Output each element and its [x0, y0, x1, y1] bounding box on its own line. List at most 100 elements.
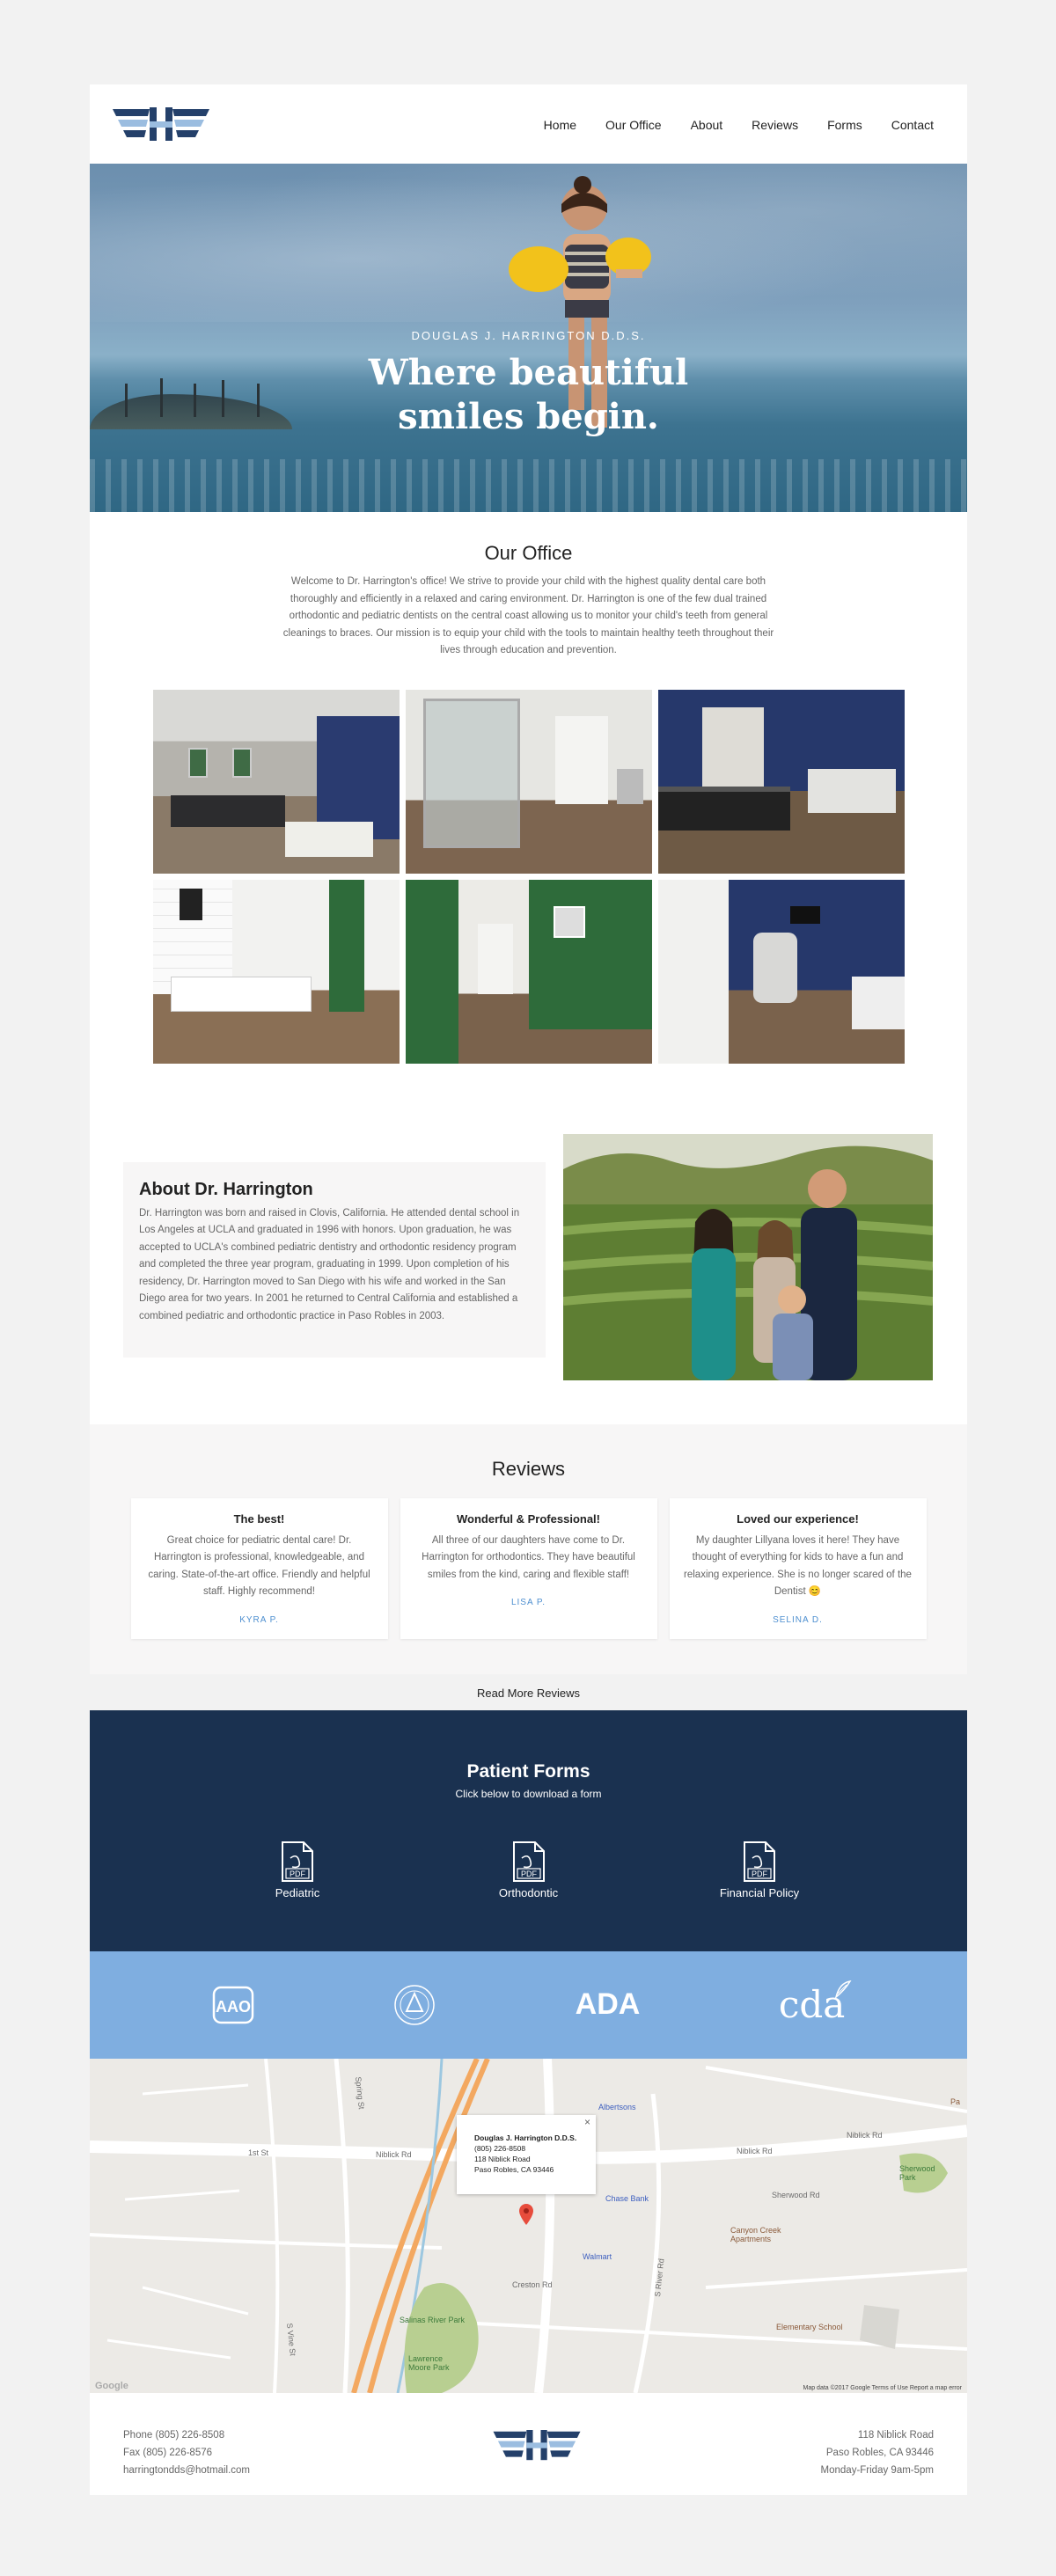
pdf-icon: PDF [282, 1841, 313, 1882]
about-family-photo [563, 1133, 933, 1380]
main-nav: Home Our Office About Reviews Forms Cont… [515, 118, 934, 132]
map-poi-pa[interactable]: Pa [950, 2097, 960, 2106]
close-icon[interactable]: × [584, 2117, 590, 2127]
map-road-label: Sherwood Rd [772, 2190, 820, 2199]
map-road-label: 1st St [248, 2148, 269, 2157]
ada-logo[interactable]: ADA [576, 1987, 641, 2022]
review-author: LISA P. [510, 1598, 546, 1607]
office-photo-reception[interactable] [657, 689, 905, 874]
office-photo-waiting-room[interactable] [152, 689, 400, 874]
forms-list: PDF Pediatric PDF Orthodontic PDF Financ… [249, 1841, 808, 1899]
aao-logo-text: AAO [216, 1998, 251, 2016]
map-info-name: Douglas J. Harrington D.D.S. [474, 2133, 577, 2142]
footer-phone[interactable]: Phone (805) 226-8508 [123, 2426, 250, 2444]
review-card: Wonderful & Professional! All three of o… [400, 1497, 657, 1639]
map-road-label: Niblick Rd [847, 2130, 883, 2140]
forms-title: Patient Forms [466, 1760, 590, 1782]
review-author: KYRA P. [239, 1614, 279, 1625]
pdf-icon: PDF [744, 1841, 775, 1882]
aapd-seal-logo[interactable] [392, 1983, 436, 2027]
nav-forms[interactable]: Forms [827, 118, 862, 132]
form-label: Pediatric [275, 1885, 320, 1899]
office-photo-green-hall[interactable] [405, 879, 652, 1064]
review-text: My daughter Lillyana loves it here! They… [684, 1534, 912, 1598]
map-road-label: Creston Rd [512, 2280, 553, 2289]
office-photo-sink[interactable] [152, 879, 400, 1064]
map-attribution[interactable]: Map data ©2017 Google Terms of Use Repor… [803, 2385, 962, 2391]
form-label: Orthodontic [498, 1885, 559, 1899]
form-download-financial-policy[interactable]: PDF Financial Policy [711, 1841, 808, 1899]
footer-street: 118 Niblick Road [857, 2429, 934, 2441]
affiliations-bar: AAO ADA cda [90, 1950, 967, 2059]
footer-address: 118 Niblick Road Paso Robles, CA 93446 M… [821, 2426, 934, 2479]
review-cards: The best! Great choice for pediatric den… [90, 1497, 967, 1639]
footer-fax: Fax (805) 226-8576 [123, 2447, 213, 2458]
hero-text: DOUGLAS J. HARRINGTON D.D.S. Where beaut… [90, 329, 967, 439]
footer-hours: Monday-Friday 9am-5pm [820, 2464, 934, 2476]
location-map[interactable]: 1st St Niblick Rd Niblick Rd Niblick Rd … [90, 2058, 967, 2393]
review-title: Wonderful & Professional! [457, 1511, 600, 1526]
map-info-phone: (805) 226-8508 [474, 2143, 526, 2153]
nav-home[interactable]: Home [544, 118, 576, 132]
hero-title-line2: smiles begin. [398, 396, 659, 437]
hero-subtitle: DOUGLAS J. HARRINGTON D.D.S. [411, 329, 646, 342]
review-card: Loved our experience! My daughter Lillya… [669, 1497, 927, 1639]
pdf-icon: PDF [512, 1841, 545, 1882]
hero-title-line1: Where beautiful [368, 352, 689, 393]
about-card: About Dr. Harrington Dr. Harrington was … [123, 1161, 546, 1358]
office-photo-exam-room[interactable] [657, 879, 905, 1064]
map-poi-lawrence-moore-park[interactable]: Lawrence Moore Park [408, 2354, 461, 2372]
about-section: About Dr. Harrington Dr. Harrington was … [90, 1133, 967, 1424]
read-more-reviews-link[interactable]: Read More Reviews [90, 1673, 967, 1710]
review-title: The best! [233, 1511, 285, 1526]
google-logo: Google [95, 2380, 128, 2391]
review-text: All three of our daughters have come to … [422, 1534, 635, 1580]
nav-about[interactable]: About [691, 118, 723, 132]
aao-logo[interactable]: AAO [212, 1986, 254, 2024]
office-photo-hallway[interactable] [405, 689, 652, 874]
reviews-section: Reviews The best! Great choice for pedia… [90, 1423, 967, 1674]
footer-email[interactable]: harringtondds@hotmail.com [123, 2462, 250, 2479]
patient-forms-section: Patient Forms Click below to download a … [90, 1709, 967, 1951]
nav-contact[interactable]: Contact [891, 118, 934, 132]
review-card: The best! Great choice for pediatric den… [130, 1497, 388, 1639]
map-info-city: Paso Robles, CA 93446 [474, 2164, 554, 2174]
map-poi-walmart[interactable]: Walmart [583, 2252, 612, 2261]
map-poi-albertsons[interactable]: Albertsons [598, 2103, 636, 2111]
map-info-window: × Douglas J. Harrington D.D.S. (805) 226… [457, 2114, 596, 2194]
site-footer: Phone (805) 226-8508 Fax (805) 226-8576 … [90, 2392, 967, 2495]
review-title: Loved our experience! [737, 1511, 859, 1526]
nav-our-office[interactable]: Our Office [605, 118, 662, 132]
form-download-pediatric[interactable]: PDF Pediatric [249, 1841, 346, 1899]
site-header: Home Our Office About Reviews Forms Cont… [90, 84, 967, 164]
form-label: Financial Policy [719, 1885, 800, 1899]
pdf-label: PDF [290, 1870, 306, 1878]
review-text: Great choice for pediatric dental care! … [148, 1534, 370, 1598]
about-text: Dr. Harrington was born and raised in Cl… [139, 1207, 520, 1321]
map-roads [90, 2058, 967, 2393]
map-road-label: Niblick Rd [737, 2146, 773, 2155]
forms-subtitle: Click below to download a form [455, 1787, 602, 1800]
map-poi-canyon-creek[interactable]: Canyon Creek Apartments [730, 2226, 810, 2243]
map-pin-icon[interactable] [518, 2203, 534, 2226]
logo[interactable] [113, 107, 209, 143]
map-road-label: Niblick Rd [376, 2149, 412, 2159]
cda-logo[interactable]: cda [779, 1980, 852, 2026]
hero-banner: DOUGLAS J. HARRINGTON D.D.S. Where beaut… [90, 164, 967, 512]
leaf-icon [834, 1980, 852, 1999]
office-text: Welcome to Dr. Harrington's office! We s… [282, 576, 774, 655]
map-poi-salinas-river-park[interactable]: Salinas River Park [400, 2316, 465, 2324]
review-author: SELINA D. [773, 1614, 823, 1625]
footer-logo[interactable] [491, 2429, 583, 2462]
pdf-label: PDF [752, 1870, 768, 1878]
nav-reviews[interactable]: Reviews [752, 118, 798, 132]
footer-city: Paso Robles, CA 93446 [825, 2447, 934, 2458]
map-poi-elementary-school[interactable]: Elementary School [776, 2323, 843, 2331]
form-download-orthodontic[interactable]: PDF Orthodontic [480, 1841, 577, 1899]
office-section: Our Office Welcome to Dr. Harrington's o… [90, 512, 967, 1064]
map-poi-sherwood-park[interactable]: Sherwood Park [899, 2164, 943, 2182]
map-poi-chase-bank[interactable]: Chase Bank [605, 2194, 649, 2203]
footer-contact: Phone (805) 226-8508 Fax (805) 226-8576 … [123, 2426, 250, 2479]
about-title: About Dr. Harrington [139, 1179, 313, 1199]
reviews-title: Reviews [491, 1457, 566, 1480]
